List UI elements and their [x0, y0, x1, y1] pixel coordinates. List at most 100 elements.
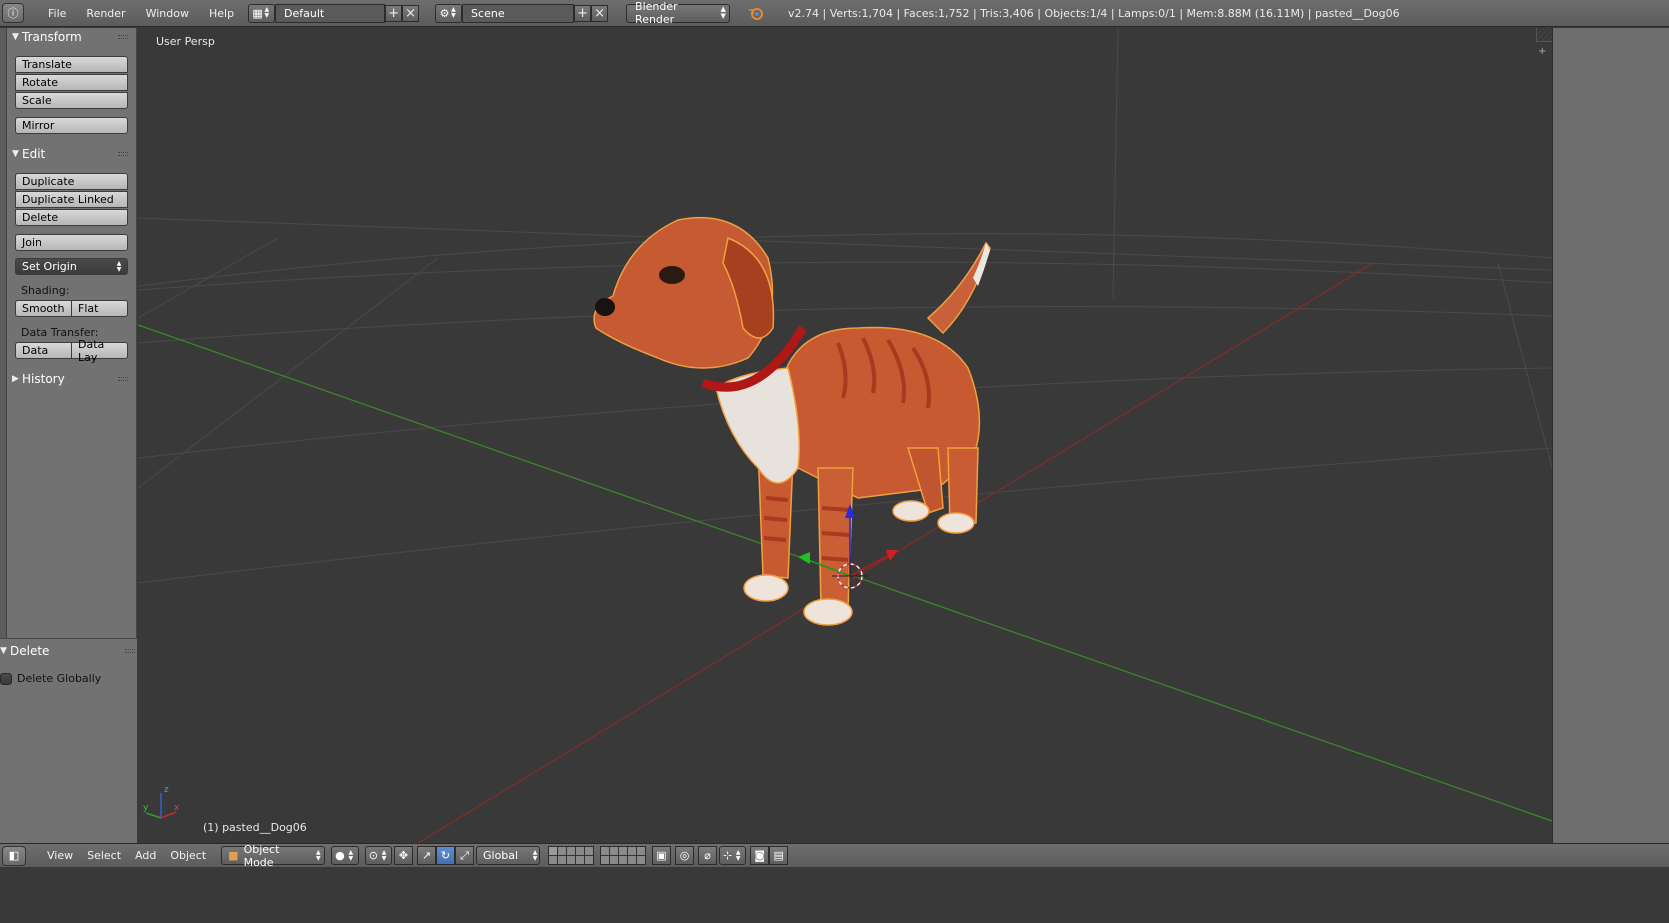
info-editor-type-button[interactable]: ⓘ [2, 3, 24, 23]
interaction-mode-label: Object Mode [243, 842, 280, 869]
scale-button[interactable]: Scale [15, 92, 128, 109]
3d-viewport[interactable]: z y x User Persp (1) pasted__Dog06 + [138, 28, 1552, 843]
scene-name-field[interactable]: Scene [462, 3, 575, 23]
rotate-icon: ↻ [440, 849, 451, 862]
area-split-corner[interactable] [1536, 28, 1552, 42]
edit-panel-title: Edit [22, 147, 46, 161]
pivot-point-dropdown[interactable]: ⊙ ▲ ▼ [364, 846, 392, 865]
delete-operator-header[interactable]: ▼ Delete [0, 642, 120, 660]
render-engine-label: Blender Render [635, 0, 678, 26]
menu-help[interactable]: Help [199, 0, 244, 27]
layers-grid-b[interactable] [600, 846, 646, 865]
drag-grip-icon[interactable] [118, 35, 128, 39]
tool-shelf: ▼ Transform Translate Rotate Scale Mirro… [0, 28, 137, 843]
menu-select[interactable]: Select [80, 849, 128, 862]
duplicate-linked-button[interactable]: Duplicate Linked [15, 191, 128, 208]
snap-element-dropdown[interactable]: ⊹ ▲ ▼ [719, 846, 747, 865]
expanded-triangle-icon: ▼ [12, 32, 19, 42]
transform-orientation-dropdown[interactable]: Global ▲ ▼ [476, 846, 540, 865]
delete-globally-label: Delete Globally [17, 672, 102, 685]
mirror-button[interactable]: Mirror [15, 117, 128, 134]
view-axis-gizmo [145, 793, 177, 819]
menu-render[interactable]: Render [76, 0, 135, 27]
drag-grip-icon[interactable] [125, 649, 135, 653]
editor-type-button[interactable]: ◧ [2, 845, 26, 866]
interaction-mode-dropdown[interactable]: ■ Object Mode ▲ ▼ [221, 843, 326, 869]
scene-dropdown[interactable]: ⚙ ▲ ▼ [435, 3, 463, 23]
flat-shading-button[interactable]: Flat [71, 300, 128, 317]
dog-nose [595, 298, 615, 316]
transform-orientation-label: Global [483, 849, 519, 862]
properties-editor[interactable] [1552, 28, 1669, 843]
drag-grip-icon[interactable] [118, 377, 128, 381]
data-transfer-button[interactable]: Data [15, 342, 72, 359]
scale-icon: ⤢ [460, 848, 469, 862]
3d-view-header: ◧ View Select Add Object ■ Object Mode ▲… [0, 843, 1669, 869]
transform-panel-title: Transform [22, 30, 82, 44]
translate-manipulator-button[interactable]: ↗ [417, 846, 436, 865]
history-panel-header[interactable]: ▶ History [12, 370, 132, 388]
active-object-label: (1) pasted__Dog06 [203, 821, 307, 834]
manipulator-icon: ✥ [398, 849, 409, 862]
blender-logo-icon [749, 8, 764, 20]
delete-scene-button[interactable]: × [591, 4, 609, 22]
render-opengl-button[interactable]: ◙ [750, 846, 770, 865]
viewport-shading-dropdown[interactable]: ● ▲ ▼ [331, 846, 359, 865]
delete-operator-title: Delete [10, 644, 50, 658]
rotate-manipulator-button[interactable]: ↻ [436, 846, 455, 865]
rotate-button[interactable]: Rotate [15, 74, 128, 91]
data-layout-button[interactable]: Data Lay [71, 338, 128, 364]
screen-layout-icon: ▦ [252, 6, 263, 20]
viewport-expand-icon[interactable]: + [1538, 46, 1546, 57]
tool-shelf-tabs[interactable] [0, 28, 7, 638]
menu-add[interactable]: Add [128, 849, 163, 862]
render-engine-dropdown[interactable]: Blender Render ▲ ▼ [626, 0, 731, 26]
lock-camera-button[interactable]: ▣ [652, 846, 671, 865]
below-header-area [0, 867, 1669, 923]
menu-window[interactable]: Window [136, 0, 199, 27]
join-button[interactable]: Join [15, 234, 128, 251]
translate-button[interactable]: Translate [15, 56, 128, 73]
drag-grip-icon[interactable] [118, 152, 128, 156]
delete-screen-button[interactable]: × [402, 4, 420, 22]
scale-manipulator-button[interactable]: ⤢ [455, 846, 474, 865]
add-screen-button[interactable]: + [385, 4, 403, 22]
top-menu-bar: ⓘ File Render Window Help ▦ ▲ ▼ Default + … [0, 0, 1669, 27]
add-scene-button[interactable]: + [574, 4, 592, 22]
manipulator-toggle[interactable]: ✥ [394, 846, 413, 865]
layers-grid-a[interactable] [548, 846, 594, 865]
transform-panel-header[interactable]: ▼ Transform [12, 28, 132, 46]
delete-button[interactable]: Delete [15, 209, 128, 226]
close-icon: × [405, 5, 416, 21]
dog-model[interactable] [593, 216, 991, 626]
cube-icon: ■ [228, 849, 239, 862]
menu-view[interactable]: View [40, 849, 80, 862]
set-origin-label: Set Origin [22, 260, 77, 273]
screen-layout-name-field[interactable]: Default [275, 3, 386, 23]
z-axis-label: z [164, 785, 169, 795]
shading-label: Shading: [21, 284, 70, 297]
snap-icon: ⌀ [704, 849, 711, 862]
set-origin-dropdown[interactable]: Set Origin ▲ ▼ [15, 258, 128, 275]
edit-panel-header[interactable]: ▼ Edit [12, 145, 132, 163]
smooth-shading-button[interactable]: Smooth [15, 300, 72, 317]
pivot-icon: ⊙ [368, 849, 378, 862]
translate-icon: ↗ [421, 849, 432, 862]
solid-shading-icon: ● [335, 849, 345, 862]
snap-toggle-button[interactable]: ⌀ [698, 846, 717, 865]
dog-eye [659, 266, 685, 284]
viewport-scene [138, 28, 1552, 843]
menu-file[interactable]: File [38, 0, 76, 27]
y-axis-label: y [143, 803, 149, 813]
menu-object[interactable]: Object [163, 849, 213, 862]
proportional-editing-button[interactable]: ◎ [675, 846, 694, 865]
delete-globally-checkbox[interactable] [0, 673, 12, 685]
history-panel-title: History [22, 372, 65, 386]
render-animation-button[interactable]: ▤ [769, 846, 789, 865]
x-axis-label: x [174, 803, 180, 813]
duplicate-button[interactable]: Duplicate [15, 173, 128, 190]
add-icon: + [388, 5, 399, 21]
proportional-icon: ◎ [679, 849, 690, 862]
screen-layout-dropdown[interactable]: ▦ ▲ ▼ [248, 3, 276, 23]
add-icon: + [577, 5, 588, 21]
